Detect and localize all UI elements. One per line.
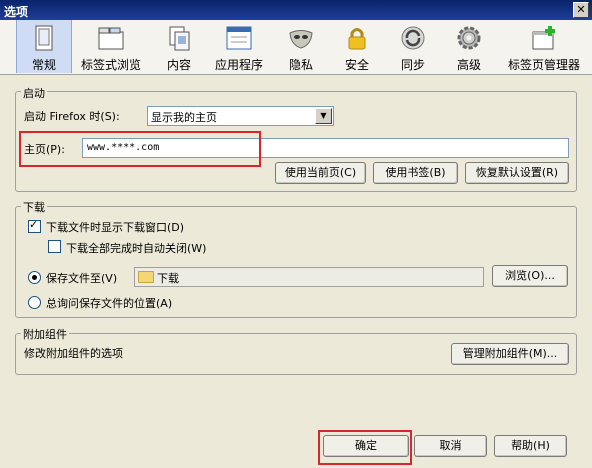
tab-label: 高级: [456, 58, 481, 72]
tab-label: 标签页管理器: [507, 58, 580, 72]
lock-icon: [348, 28, 366, 50]
tab-label: 内容: [166, 58, 191, 72]
help-button[interactable]: 帮助(H): [494, 435, 567, 457]
tabs-icon: [98, 27, 124, 50]
folder-icon: [138, 271, 154, 283]
content-icon: [169, 26, 190, 51]
chevron-down-icon: ▼: [315, 108, 332, 124]
tab-applications[interactable]: 应用程序: [210, 20, 268, 73]
save-to-label: 保存文件至(V): [46, 272, 118, 285]
tab-label: 常规: [31, 58, 56, 72]
options-toolbar: 常规 标签式浏览 内容 应用程序 隐私 安全 同步 高级 标签页管理器: [0, 20, 592, 75]
tab-advanced[interactable]: 高级: [446, 20, 492, 73]
tab-label: 隐私: [288, 58, 313, 72]
show-download-window-checkbox[interactable]: [28, 218, 41, 233]
privacy-mask-icon: [289, 30, 313, 49]
addons-group-label: 附加组件: [21, 326, 69, 342]
title-bar: 选项 ✕: [0, 0, 592, 20]
save-to-path-field: 下载: [134, 267, 484, 287]
window-title: 选项: [4, 5, 29, 19]
close-when-done-checkbox[interactable]: [48, 240, 61, 253]
save-to-path-value: 下载: [157, 272, 179, 285]
tab-tabbed-browsing[interactable]: 标签式浏览: [76, 20, 146, 73]
tab-label: 标签式浏览: [80, 58, 141, 72]
tab-manager-icon: [532, 26, 555, 50]
tab-tab-manager[interactable]: 标签页管理器: [502, 20, 586, 73]
gear-icon: [457, 26, 481, 50]
use-bookmark-button[interactable]: 使用书签(B): [373, 162, 458, 184]
tab-label: 同步: [400, 58, 425, 72]
tab-content[interactable]: 内容: [154, 20, 204, 73]
cancel-button[interactable]: 取消: [414, 435, 487, 457]
sync-icon: [401, 26, 425, 50]
downloads-group-label: 下载: [21, 199, 47, 215]
tab-sync[interactable]: 同步: [390, 20, 436, 73]
close-when-done-label: 下载全部完成时自动关闭(W): [66, 242, 207, 255]
tab-label: 应用程序: [214, 58, 263, 72]
homepage-highlight-box: [19, 131, 261, 167]
startup-when-value: 显示我的主页: [151, 111, 217, 124]
tab-label: 安全: [344, 58, 369, 72]
save-to-radio[interactable]: [28, 271, 41, 284]
use-current-page-button[interactable]: 使用当前页(C): [275, 162, 366, 184]
ok-highlight-box: [318, 430, 412, 465]
always-ask-label: 总询问保存文件的位置(A): [46, 297, 173, 310]
manage-addons-button[interactable]: 管理附加组件(M)...: [451, 343, 569, 365]
startup-when-label: 启动 Firefox 时(S):: [24, 110, 120, 123]
applications-icon: [226, 26, 252, 50]
general-icon: [35, 25, 53, 51]
restore-default-button[interactable]: 恢复默认设置(R): [465, 162, 569, 184]
always-ask-radio[interactable]: [28, 296, 41, 309]
startup-when-select[interactable]: 显示我的主页 ▼: [147, 106, 334, 126]
close-icon[interactable]: ✕: [573, 2, 589, 18]
tab-security[interactable]: 安全: [334, 20, 380, 73]
browse-button[interactable]: 浏览(O)...: [492, 265, 568, 287]
addons-description: 修改附加组件的选项: [24, 347, 123, 360]
startup-group-label: 启动: [21, 85, 47, 101]
tab-privacy[interactable]: 隐私: [278, 20, 324, 73]
show-download-window-label: 下载文件时显示下载窗口(D): [46, 221, 185, 234]
tab-general[interactable]: 常规: [16, 20, 72, 73]
